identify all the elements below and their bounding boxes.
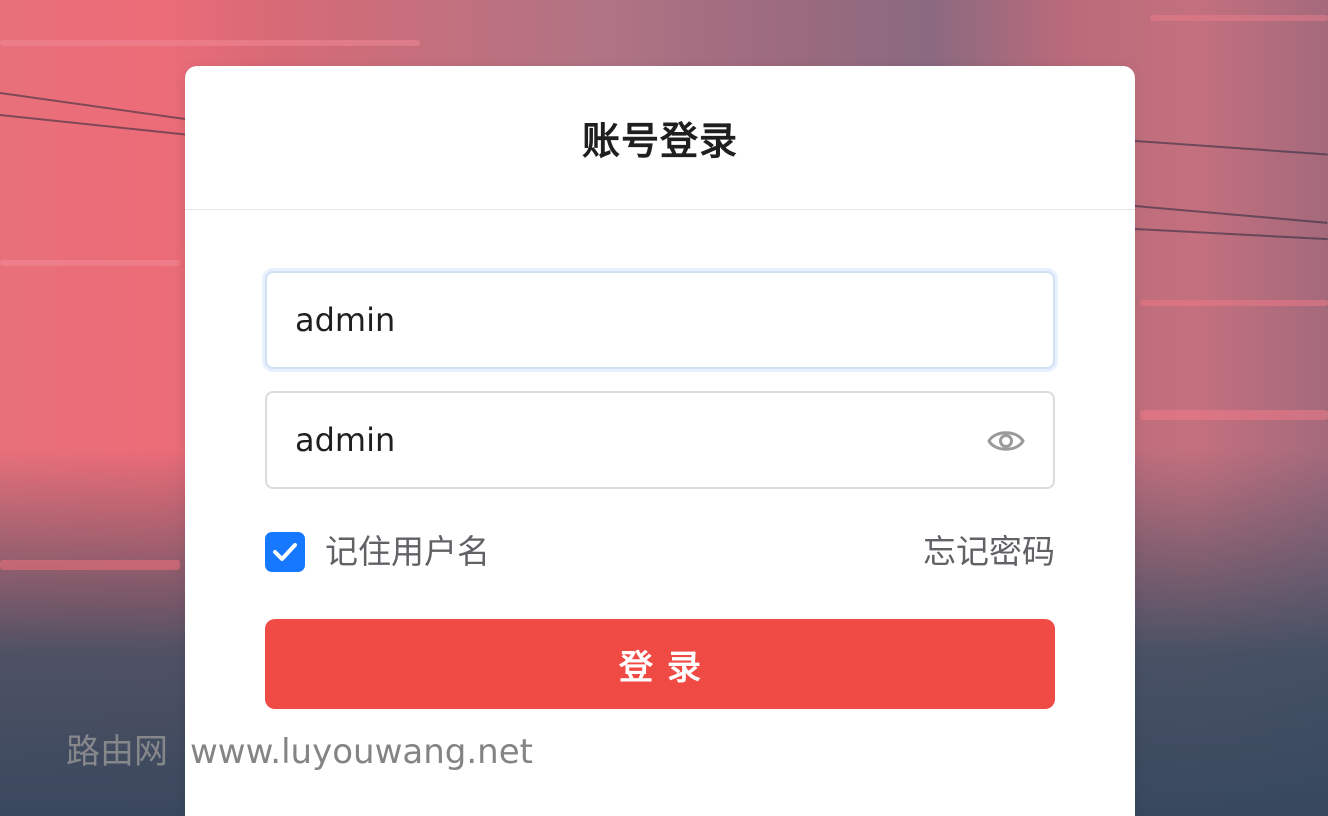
page-title: 账号登录: [581, 119, 738, 163]
password-field[interactable]: [265, 391, 1055, 489]
password-input[interactable]: [295, 393, 975, 487]
checkmark-icon: [273, 543, 297, 561]
login-button[interactable]: 登录: [265, 619, 1055, 709]
username-input[interactable]: [295, 273, 975, 367]
eye-icon[interactable]: [987, 424, 1025, 458]
forgot-password-link[interactable]: 忘记密码: [923, 530, 1055, 574]
watermark-site-name: 路由网: [66, 732, 168, 772]
remember-checkbox[interactable]: [265, 532, 305, 572]
card-header: 账号登录: [185, 66, 1135, 210]
remember-label[interactable]: 记住用户名: [325, 530, 490, 574]
watermark: 路由网 www.luyouwang.net: [66, 724, 533, 773]
remember-row: 记住用户名 忘记密码: [265, 530, 1055, 574]
watermark-url: www.luyouwang.net: [190, 732, 533, 772]
username-field[interactable]: [265, 271, 1055, 369]
login-card: 账号登录 记住用户名 忘记密码 登录: [185, 66, 1135, 816]
